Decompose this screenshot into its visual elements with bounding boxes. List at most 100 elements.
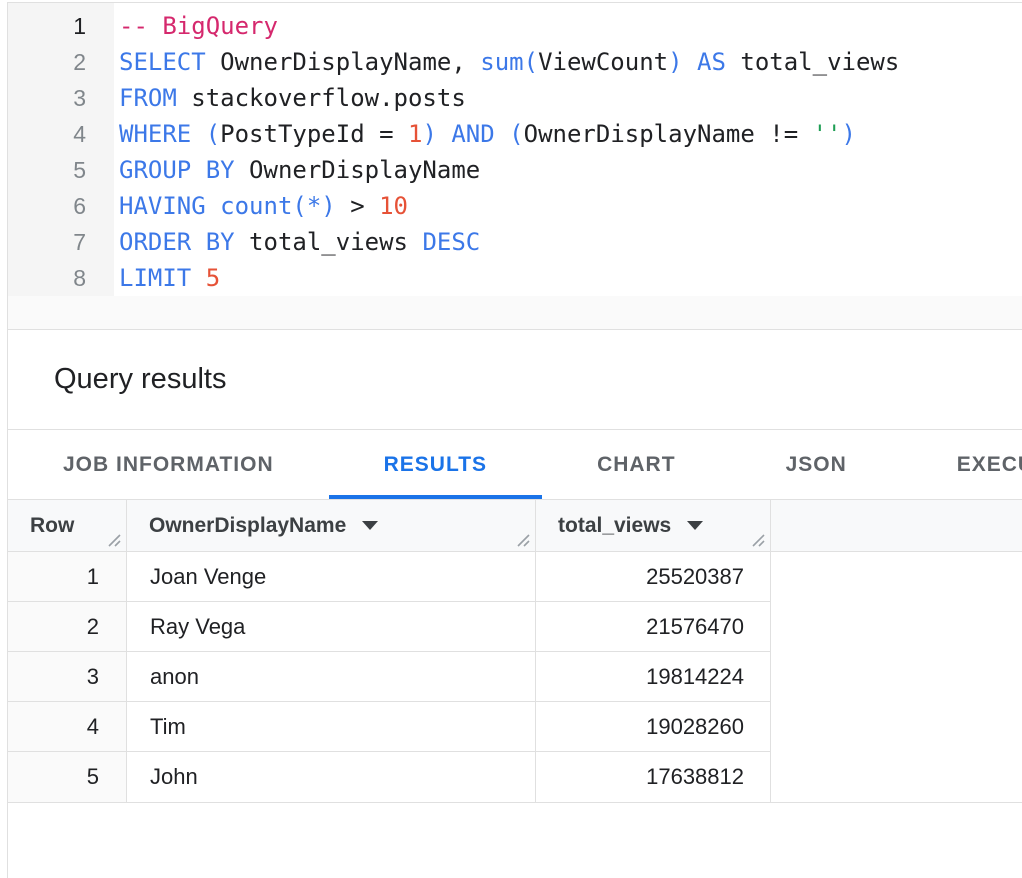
- code-token: (: [206, 120, 220, 148]
- row-filler-cell: [771, 702, 1022, 752]
- tab-label: JOB INFORMATION: [63, 453, 274, 477]
- code-token: ): [668, 48, 682, 76]
- total-views-cell: 17638812: [536, 752, 771, 802]
- code-line[interactable]: 1-- BigQuery: [8, 8, 1022, 44]
- column-header-filler: [771, 500, 1022, 551]
- code-token: SELECT: [119, 48, 206, 76]
- code-token: stackoverflow.posts: [177, 84, 466, 112]
- row-number-cell: 1: [8, 552, 127, 602]
- code-line[interactable]: 8LIMIT 5: [8, 260, 1022, 296]
- column-menu-arrow-icon[interactable]: [362, 521, 378, 530]
- code-text: SELECT OwnerDisplayName, sum(ViewCount) …: [114, 44, 899, 80]
- code-text: -- BigQuery: [114, 8, 278, 44]
- code-line[interactable]: 3FROM stackoverflow.posts: [8, 80, 1022, 116]
- code-token: count(*): [220, 192, 336, 220]
- code-text: GROUP BY OwnerDisplayName: [114, 152, 480, 188]
- total-views-cell: 21576470: [536, 602, 771, 652]
- code-token: OwnerDisplayName: [235, 156, 481, 184]
- line-number: 7: [8, 224, 114, 260]
- owner-display-name-cell: John: [127, 752, 536, 802]
- table-row: 2Ray Vega21576470: [8, 602, 1022, 652]
- code-token: LIMIT: [119, 264, 191, 292]
- table-header-row: Row OwnerDisplayName total_views: [8, 500, 1022, 552]
- code-line[interactable]: 5GROUP BY OwnerDisplayName: [8, 152, 1022, 188]
- line-number: 6: [8, 188, 114, 224]
- code-token: [495, 120, 509, 148]
- sql-editor[interactable]: 1-- BigQuery2SELECT OwnerDisplayName, su…: [8, 2, 1022, 330]
- code-line[interactable]: 7ORDER BY total_views DESC: [8, 224, 1022, 260]
- column-header-rownum: Row: [8, 500, 127, 551]
- row-filler-cell: [771, 652, 1022, 702]
- editor-empty-area: [8, 296, 1022, 329]
- line-number: 4: [8, 116, 114, 152]
- code-token: ViewCount: [538, 48, 668, 76]
- line-number: 1: [8, 8, 114, 44]
- tab-execution-details[interactable]: EXECUTI: [902, 430, 1022, 499]
- column-header-owner[interactable]: OwnerDisplayName: [127, 500, 536, 551]
- tab-label: CHART: [597, 453, 676, 477]
- tab-chart[interactable]: CHART: [542, 430, 731, 499]
- code-token: 1: [408, 120, 422, 148]
- code-token: AS: [697, 48, 726, 76]
- tab-json[interactable]: JSON: [731, 430, 902, 499]
- code-line[interactable]: 6HAVING count(*) > 10: [8, 188, 1022, 224]
- total-views-cell: 25520387: [536, 552, 771, 602]
- code-token: ): [842, 120, 856, 148]
- owner-display-name-cell: Tim: [127, 702, 536, 752]
- owner-display-name-cell: anon: [127, 652, 536, 702]
- table-row: 1Joan Venge25520387: [8, 552, 1022, 602]
- total-views-cell: 19028260: [536, 702, 771, 752]
- code-text: FROM stackoverflow.posts: [114, 80, 466, 116]
- bigquery-results-panel: 1-- BigQuery2SELECT OwnerDisplayName, su…: [7, 2, 1022, 878]
- column-resize-handle-icon[interactable]: [515, 532, 530, 547]
- column-menu-arrow-icon[interactable]: [687, 521, 703, 530]
- code-token: ORDER BY: [119, 228, 235, 256]
- column-header-value[interactable]: total_views: [536, 500, 771, 551]
- total-views-cell: 19814224: [536, 652, 771, 702]
- results-tabs: JOB INFORMATION RESULTS CHART JSON EXECUTI: [8, 430, 1022, 500]
- code-line[interactable]: 2SELECT OwnerDisplayName, sum(ViewCount)…: [8, 44, 1022, 80]
- row-number-cell: 2: [8, 602, 127, 652]
- row-filler-cell: [771, 752, 1022, 802]
- row-filler-cell: [771, 602, 1022, 652]
- code-token: total_views: [235, 228, 423, 256]
- column-resize-handle-icon[interactable]: [750, 532, 765, 547]
- tab-label: RESULTS: [384, 453, 487, 477]
- code-token: DESC: [422, 228, 480, 256]
- code-token: [437, 120, 451, 148]
- results-table: Row OwnerDisplayName total_views 1Joan Ven…: [8, 500, 1022, 803]
- code-token: [206, 192, 220, 220]
- active-tab-underline: [329, 495, 542, 499]
- tab-results[interactable]: RESULTS: [329, 430, 542, 499]
- column-header-label: Row: [30, 514, 74, 538]
- line-number: 2: [8, 44, 114, 80]
- tab-label: EXECUTI: [957, 453, 1022, 477]
- code-token: [191, 120, 205, 148]
- code-token: OwnerDisplayName,: [206, 48, 481, 76]
- code-token: '': [813, 120, 842, 148]
- code-token: total_views: [726, 48, 899, 76]
- row-number-cell: 3: [8, 652, 127, 702]
- tab-job-information[interactable]: JOB INFORMATION: [8, 430, 329, 499]
- owner-display-name-cell: Ray Vega: [127, 602, 536, 652]
- code-text: WHERE (PostTypeId = 1) AND (OwnerDisplay…: [114, 116, 856, 152]
- column-resize-handle-icon[interactable]: [106, 532, 121, 547]
- code-token: ): [422, 120, 436, 148]
- code-token: FROM: [119, 84, 177, 112]
- query-results-header: Query results: [8, 330, 1022, 430]
- query-results-title: Query results: [54, 363, 226, 396]
- table-row: 3anon19814224: [8, 652, 1022, 702]
- code-area[interactable]: 1-- BigQuery2SELECT OwnerDisplayName, su…: [8, 3, 1022, 296]
- column-header-label: total_views: [558, 514, 671, 538]
- code-token: 5: [206, 264, 220, 292]
- code-token: [683, 48, 697, 76]
- code-line[interactable]: 4WHERE (PostTypeId = 1) AND (OwnerDispla…: [8, 116, 1022, 152]
- code-token: WHERE: [119, 120, 191, 148]
- line-number: 8: [8, 260, 114, 296]
- table-row: 5John17638812: [8, 752, 1022, 802]
- row-number-cell: 5: [8, 752, 127, 802]
- code-text: HAVING count(*) > 10: [114, 188, 408, 224]
- line-number: 3: [8, 80, 114, 116]
- code-token: OwnerDisplayName !=: [524, 120, 813, 148]
- code-token: (: [524, 48, 538, 76]
